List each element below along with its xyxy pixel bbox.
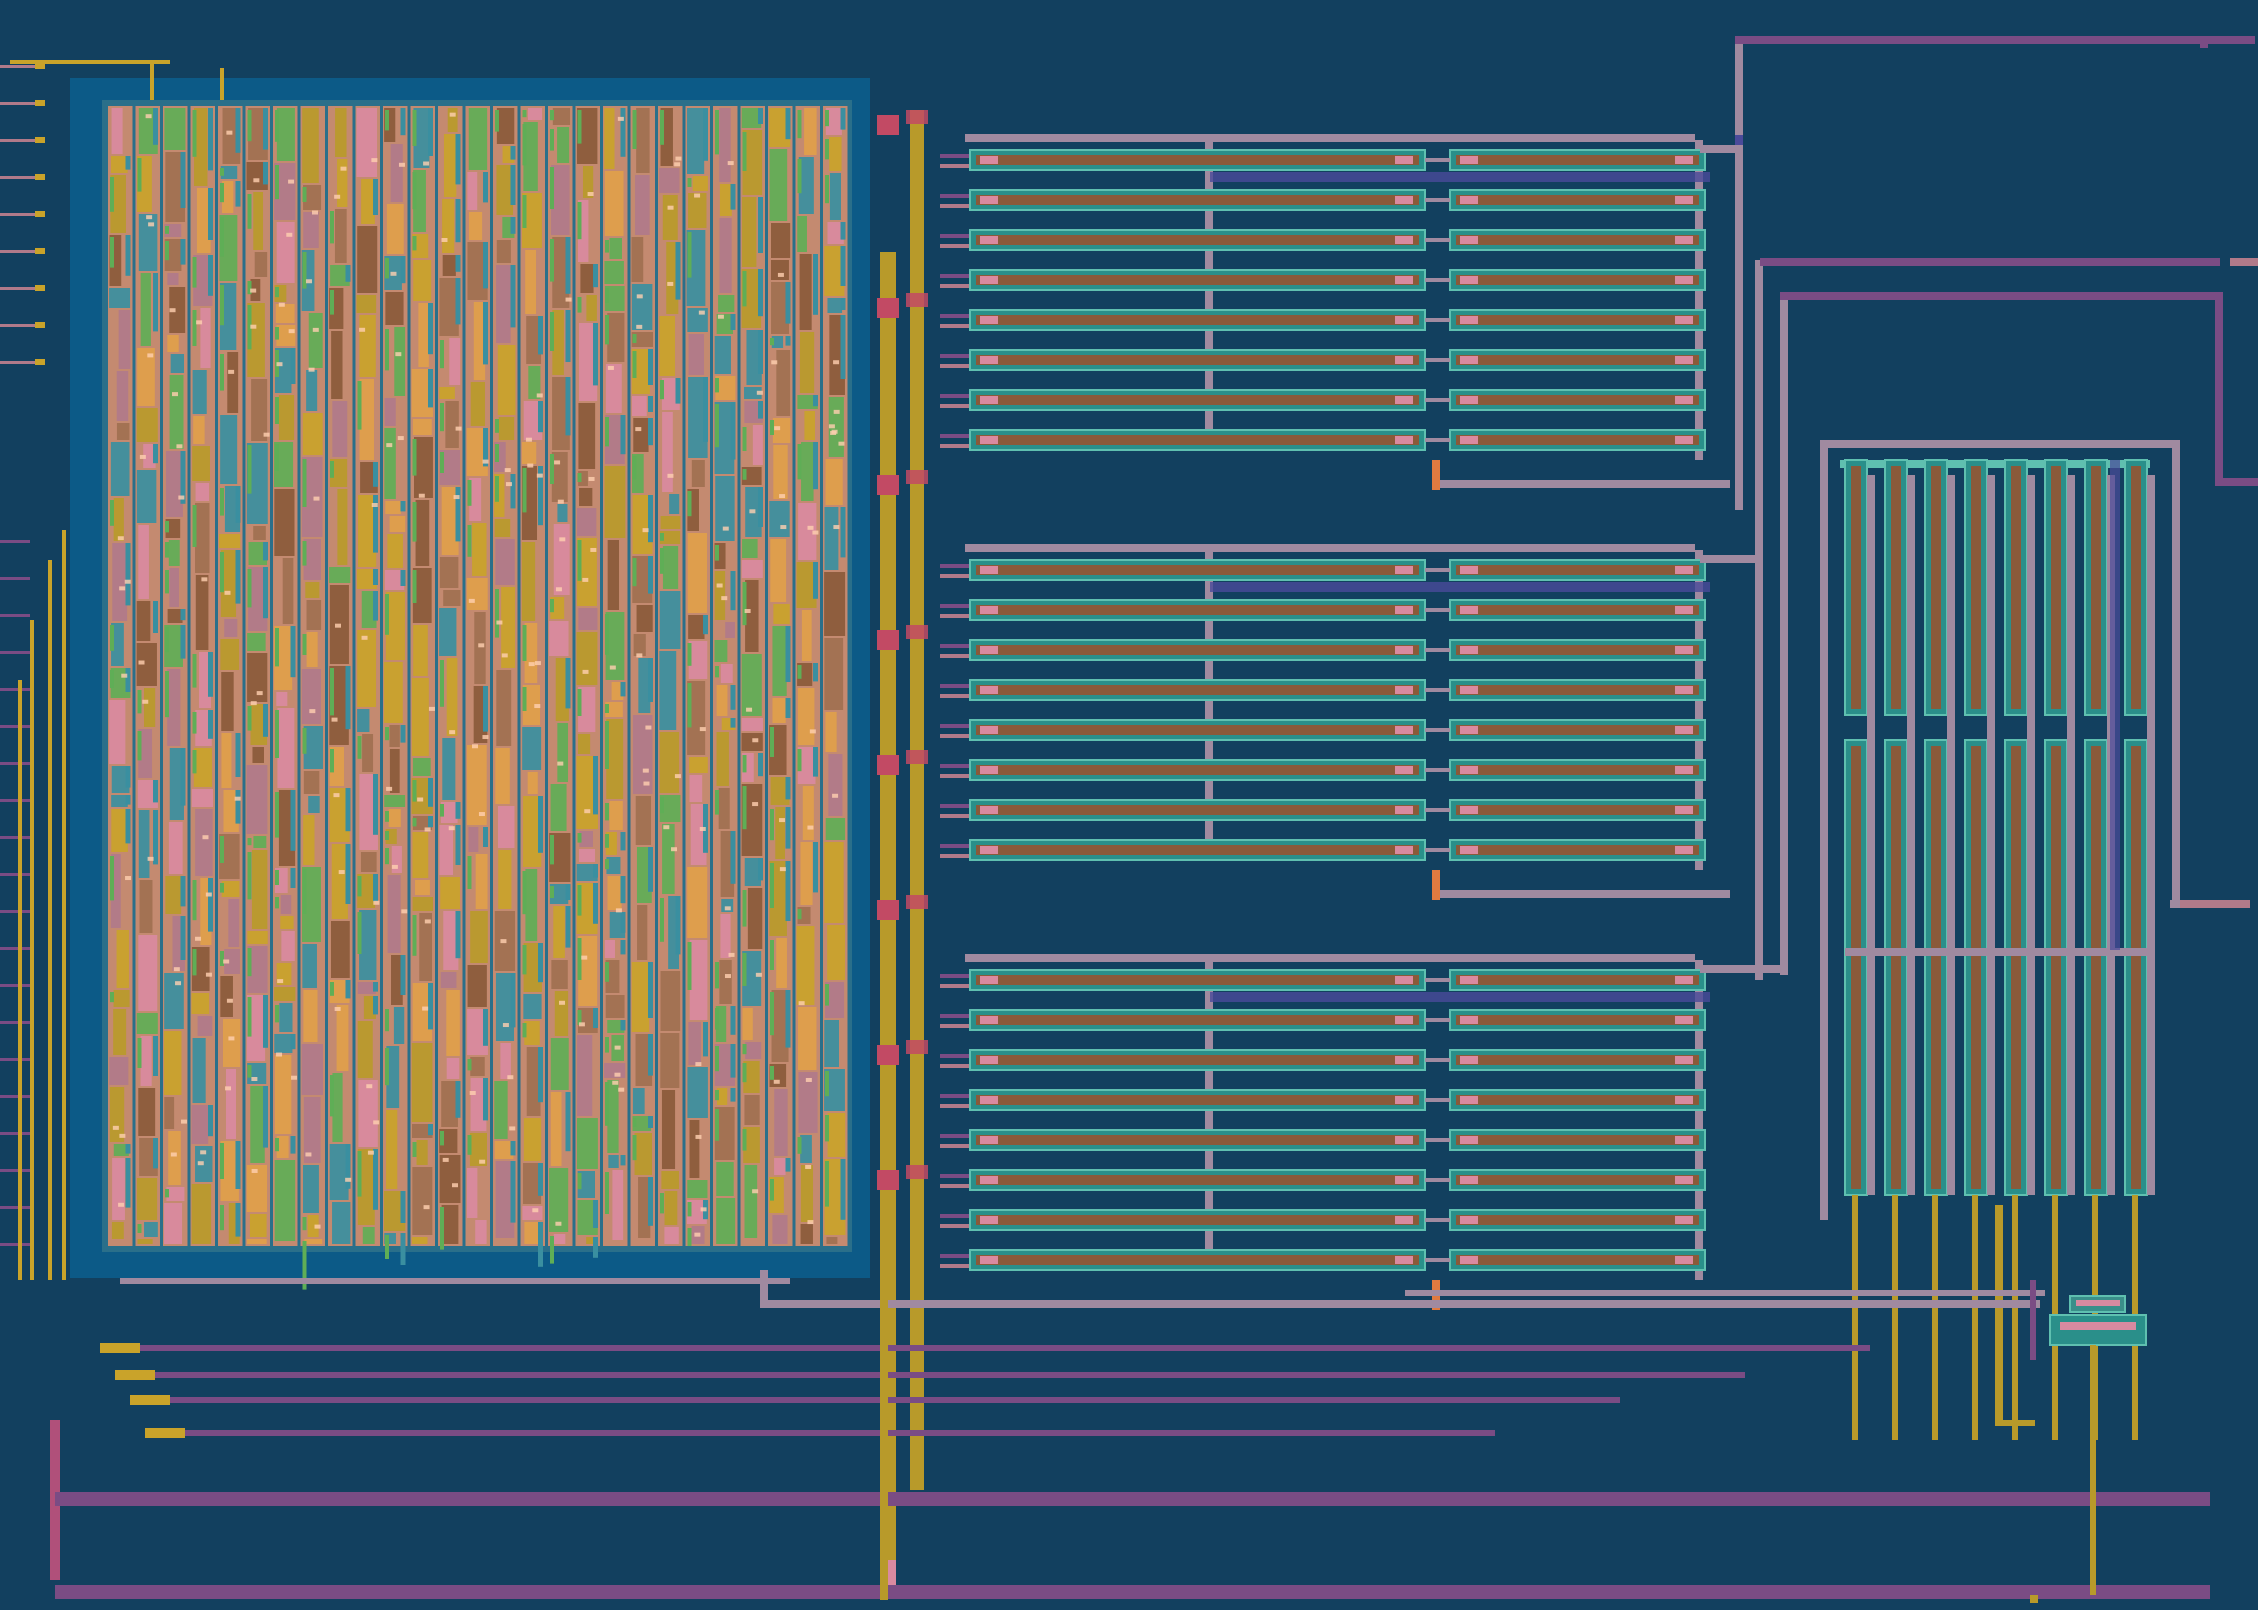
cell-column[interactable]: [383, 106, 408, 1265]
cell-column[interactable]: [520, 106, 546, 1267]
cell-column[interactable]: [108, 106, 133, 1246]
cell-column[interactable]: [245, 106, 271, 1246]
cell-column[interactable]: [768, 106, 793, 1246]
cell-column[interactable]: [685, 106, 711, 1246]
cell-column[interactable]: [548, 106, 573, 1264]
cell-column[interactable]: [713, 106, 738, 1246]
ic-layout-drawing: [0, 0, 2258, 1610]
layout-viewport[interactable]: [0, 0, 2258, 1610]
cell-column[interactable]: [190, 106, 216, 1246]
cell-column[interactable]: [135, 106, 161, 1246]
standard-cell-region[interactable]: [70, 78, 870, 1290]
cell-column[interactable]: [603, 106, 628, 1246]
cell-column[interactable]: [823, 106, 848, 1246]
cell-column[interactable]: [465, 106, 491, 1246]
cell-column[interactable]: [163, 106, 188, 1246]
resistor-banks[interactable]: [940, 134, 1785, 1310]
cell-columns: [108, 106, 848, 1290]
cell-column[interactable]: [273, 106, 298, 1246]
cell-column[interactable]: [218, 106, 243, 1246]
cell-column[interactable]: [328, 106, 353, 1246]
cell-column[interactable]: [355, 106, 381, 1246]
cell-column[interactable]: [438, 106, 463, 1250]
cell-column[interactable]: [740, 106, 766, 1246]
cell-column[interactable]: [493, 106, 518, 1246]
cell-column[interactable]: [410, 106, 436, 1246]
cell-column[interactable]: [575, 106, 601, 1258]
cell-column[interactable]: [795, 106, 821, 1246]
cell-column[interactable]: [658, 106, 683, 1246]
cell-column[interactable]: [300, 106, 326, 1290]
cell-column[interactable]: [630, 106, 656, 1246]
